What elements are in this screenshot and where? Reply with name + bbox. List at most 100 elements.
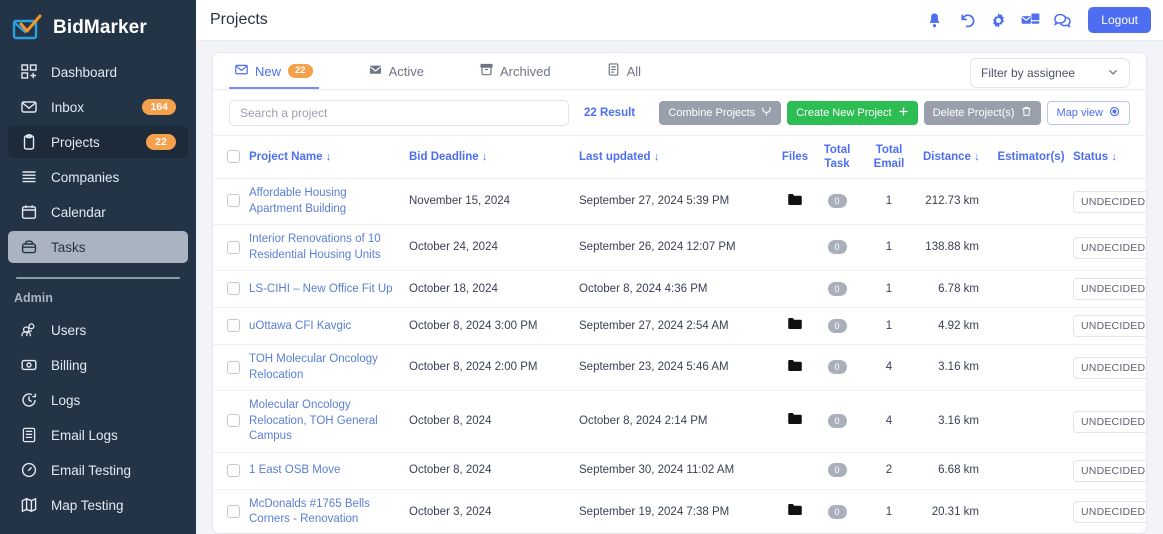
files-cell[interactable] — [775, 225, 815, 271]
status-dropdown[interactable]: UNDECIDED — [1073, 278, 1146, 300]
sidebar-item-projects[interactable]: Projects 22 — [8, 126, 188, 158]
brand[interactable]: BidMarker — [0, 0, 196, 46]
delete-projects-button[interactable]: Delete Project(s) — [924, 101, 1041, 125]
sidebar-item-label: Billing — [51, 358, 176, 373]
total-email-cell: 2 — [859, 452, 919, 489]
folder-icon[interactable] — [788, 320, 802, 332]
project-name-link[interactable]: LS-CIHI – New Office Fit Up — [249, 283, 393, 295]
logout-button[interactable]: Logout — [1088, 7, 1151, 33]
status-value: UNDECIDED — [1081, 319, 1145, 333]
status-dropdown[interactable]: UNDECIDED — [1073, 191, 1146, 213]
table-row[interactable]: Interior Renovations of 10 Residential H… — [213, 225, 1146, 271]
files-cell[interactable] — [775, 271, 815, 308]
header-last-updated[interactable]: Last updated ↓ — [575, 135, 775, 179]
sidebar-item-billing[interactable]: Billing — [8, 349, 188, 381]
bell-icon[interactable] — [925, 11, 944, 30]
tab-all[interactable]: All — [601, 63, 647, 88]
estimators-cell — [993, 308, 1069, 345]
status-dropdown[interactable]: UNDECIDED — [1073, 315, 1146, 337]
dashboard-grid-icon — [20, 63, 38, 81]
row-checkbox[interactable] — [227, 282, 240, 295]
status-cell: UNDECIDED — [1069, 308, 1146, 345]
header-bid-deadline[interactable]: Bid Deadline ↓ — [405, 135, 575, 179]
table-row[interactable]: uOttawa CFI KavgicOctober 8, 2024 3:00 P… — [213, 308, 1146, 345]
table-row[interactable]: Affordable Housing Apartment BuildingNov… — [213, 179, 1146, 225]
sidebar-item-users[interactable]: Users — [8, 314, 188, 346]
last-updated-cell: September 23, 2024 5:46 AM — [575, 345, 775, 391]
combine-projects-button[interactable]: Combine Projects — [659, 101, 781, 125]
sidebar-item-label: Map Testing — [51, 498, 176, 513]
status-dropdown[interactable]: UNDECIDED — [1073, 501, 1146, 523]
table-row[interactable]: LS-CIHI – New Office Fit UpOctober 18, 2… — [213, 271, 1146, 308]
header-files: Files — [775, 135, 815, 179]
sidebar-item-email-logs[interactable]: Email Logs — [8, 419, 188, 451]
sidebar-item-companies[interactable]: Companies — [8, 161, 188, 193]
row-checkbox[interactable] — [227, 319, 240, 332]
status-dropdown[interactable]: UNDECIDED — [1073, 460, 1146, 482]
status-dropdown[interactable]: UNDECIDED — [1073, 237, 1146, 259]
chat-bubbles-icon[interactable] — [1053, 11, 1072, 30]
row-checkbox[interactable] — [227, 361, 240, 374]
sidebar-item-dashboard[interactable]: Dashboard — [8, 56, 188, 88]
select-all-checkbox[interactable] — [227, 150, 240, 163]
files-cell[interactable] — [775, 308, 815, 345]
table-row[interactable]: TOH Molecular Oncology RelocationOctober… — [213, 345, 1146, 391]
sidebar-item-map-testing[interactable]: Map Testing — [8, 489, 188, 521]
files-cell[interactable] — [775, 179, 815, 225]
total-email-cell: 1 — [859, 179, 919, 225]
project-name-link[interactable]: Interior Renovations of 10 Residential H… — [249, 233, 381, 261]
row-checkbox[interactable] — [227, 194, 240, 207]
folder-icon[interactable] — [788, 506, 802, 518]
total-email-cell: 1 — [859, 489, 919, 533]
mail-server-icon[interactable] — [1021, 11, 1040, 30]
estimators-cell — [993, 345, 1069, 391]
filter-by-assignee-dropdown[interactable]: Filter by assignee — [970, 58, 1130, 88]
project-name-link[interactable]: 1 East OSB Move — [249, 464, 340, 476]
header-distance[interactable]: Distance ↓ — [919, 135, 993, 179]
merge-icon — [761, 106, 772, 120]
project-name-cell: McDonalds #1765 Bells Corners - Renovati… — [245, 489, 405, 533]
project-name-link[interactable]: TOH Molecular Oncology Relocation — [249, 353, 378, 381]
project-name-link[interactable]: Molecular Oncology Relocation, TOH Gener… — [249, 399, 378, 442]
table-header-row: Project Name ↓ Bid Deadline ↓ Last updat… — [213, 135, 1146, 179]
files-cell[interactable] — [775, 391, 815, 453]
project-name-link[interactable]: Affordable Housing Apartment Building — [249, 187, 347, 215]
status-dropdown[interactable]: UNDECIDED — [1073, 411, 1146, 433]
files-cell[interactable] — [775, 345, 815, 391]
project-name-link[interactable]: uOttawa CFI Kavgic — [249, 320, 351, 332]
gear-icon[interactable] — [989, 11, 1008, 30]
row-checkbox[interactable] — [227, 505, 240, 518]
last-updated-cell: September 27, 2024 5:39 PM — [575, 179, 775, 225]
sidebar-item-calendar[interactable]: Calendar — [8, 196, 188, 228]
sidebar-item-tasks[interactable]: Tasks — [8, 231, 188, 263]
sidebar-item-email-testing[interactable]: Email Testing — [8, 454, 188, 486]
tab-active[interactable]: Active — [363, 63, 430, 88]
project-name-link[interactable]: McDonalds #1765 Bells Corners - Renovati… — [249, 498, 370, 526]
tab-new[interactable]: New 22 — [229, 63, 319, 88]
folder-icon[interactable] — [788, 196, 802, 208]
table-header: Project Name ↓ Bid Deadline ↓ Last updat… — [213, 135, 1146, 179]
search-input[interactable] — [229, 100, 569, 126]
table-row[interactable]: McDonalds #1765 Bells Corners - Renovati… — [213, 489, 1146, 533]
tab-archived[interactable]: Archived — [474, 63, 557, 88]
folder-icon[interactable] — [788, 362, 802, 374]
files-cell[interactable] — [775, 489, 815, 533]
row-checkbox[interactable] — [227, 464, 240, 477]
map-view-button[interactable]: Map view — [1047, 101, 1130, 125]
last-updated-cell: September 30, 2024 11:02 AM — [575, 452, 775, 489]
clipboard-icon — [20, 133, 38, 151]
header-project-name[interactable]: Project Name ↓ — [245, 135, 405, 179]
files-cell[interactable] — [775, 452, 815, 489]
total-task-cell: 0 — [815, 345, 859, 391]
header-status[interactable]: Status ↓ — [1069, 135, 1146, 179]
sidebar-item-logs[interactable]: Logs — [8, 384, 188, 416]
table-row[interactable]: Molecular Oncology Relocation, TOH Gener… — [213, 391, 1146, 453]
folder-icon[interactable] — [788, 415, 802, 427]
table-row[interactable]: 1 East OSB MoveOctober 8, 2024September … — [213, 452, 1146, 489]
create-new-project-button[interactable]: Create New Project — [787, 101, 917, 125]
undo-icon[interactable] — [957, 11, 976, 30]
status-dropdown[interactable]: UNDECIDED — [1073, 357, 1146, 379]
row-checkbox[interactable] — [227, 414, 240, 427]
row-checkbox[interactable] — [227, 241, 240, 254]
sidebar-item-inbox[interactable]: Inbox 164 — [8, 91, 188, 123]
